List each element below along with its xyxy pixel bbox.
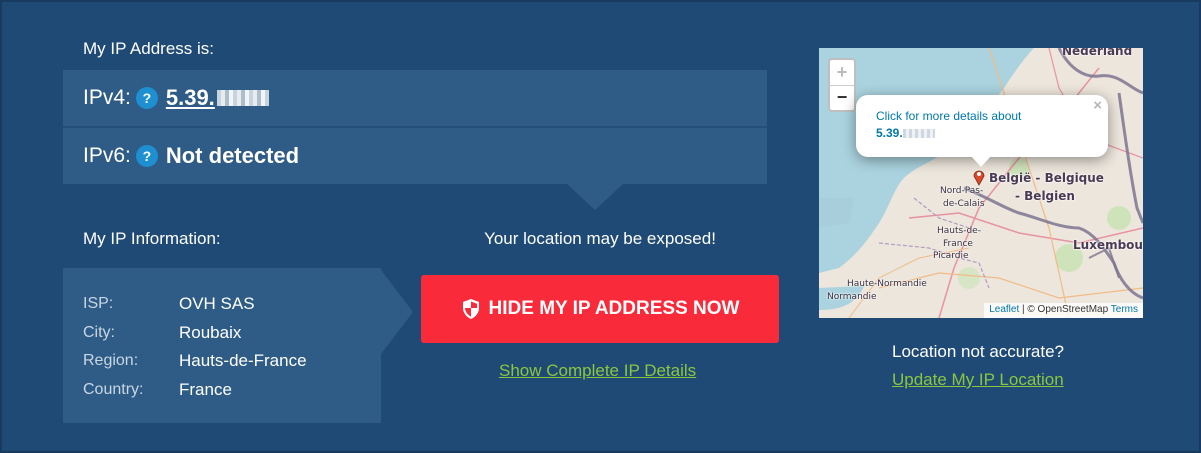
- popup-close-button[interactable]: ×: [1093, 97, 1102, 114]
- hide-my-ip-label: HIDE MY IP ADDRESS NOW: [488, 298, 740, 319]
- popup-details-link[interactable]: Click for more details about: [876, 109, 1088, 123]
- info-value: Hauts-de-France: [179, 351, 307, 371]
- ipv6-row: IPv6: ? Not detected: [63, 128, 767, 184]
- ipv6-help-icon[interactable]: ?: [135, 145, 158, 167]
- info-key: City:: [83, 323, 115, 341]
- map-label-nord: Nord-Pas-: [940, 186, 984, 196]
- zoom-in-button[interactable]: +: [830, 60, 854, 85]
- map-label-picardie: Picardie: [933, 251, 969, 261]
- ip-information-title: My IP Information:: [83, 229, 221, 248]
- map-label-calais: de-Calais: [943, 199, 985, 209]
- map-label-luxembourg: Luxembou: [1073, 238, 1143, 252]
- ip-info-panel: ISP: OVH SAS City: Roubaix Region: Hauts…: [63, 268, 381, 423]
- info-row-country: Country: France: [83, 376, 361, 405]
- map-popup: × Click for more details about 5.39.: [856, 95, 1108, 157]
- map-label-belgien: - Belgien: [1015, 189, 1075, 203]
- ipv4-label: IPv4:: [83, 86, 131, 109]
- update-ip-location-link[interactable]: Update My IP Location: [892, 370, 1064, 390]
- map-label-hauts: Hauts-de-: [937, 226, 981, 236]
- info-panel-pointer: [381, 270, 413, 354]
- popup-tip: [971, 156, 991, 167]
- show-ip-details-link[interactable]: Show Complete IP Details: [499, 361, 696, 381]
- info-value: OVH SAS: [179, 294, 255, 314]
- ipv4-value: 5.39.: [165, 85, 215, 110]
- attribution-text: | © OpenStreetMap: [1022, 304, 1109, 315]
- ip-address-title: My IP Address is:: [83, 39, 215, 58]
- info-key: Country:: [83, 380, 144, 398]
- map-label-normandie: Normandie: [827, 292, 877, 302]
- map-attribution: Leaflet | © OpenStreetMap Terms: [984, 303, 1143, 318]
- ip-info-widget: My IP Address is: IPv4: ? 5.39. IPv6: ? …: [0, 0, 1201, 453]
- zoom-out-button[interactable]: −: [830, 86, 854, 111]
- info-value: Roubaix: [179, 322, 242, 342]
- location-question: Location not accurate?: [892, 342, 1065, 361]
- redacted-blur: [216, 90, 269, 106]
- popup-ip-link[interactable]: 5.39.: [876, 126, 1088, 140]
- map-label-belgique: België - Belgique: [989, 171, 1104, 185]
- info-row-isp: ISP: OVH SAS: [83, 290, 361, 319]
- info-value: France: [179, 379, 232, 399]
- ipv4-help-icon[interactable]: ?: [135, 87, 158, 109]
- ipv6-value: Not detected: [165, 143, 300, 168]
- info-row-region: Region: Hauts-de-France: [83, 347, 361, 376]
- exposure-warning: Your location may be exposed!: [484, 229, 716, 248]
- leaflet-link[interactable]: Leaflet: [989, 304, 1019, 315]
- info-key: Region:: [83, 352, 139, 370]
- location-pin-icon[interactable]: [973, 168, 985, 186]
- terms-link[interactable]: Terms: [1111, 304, 1138, 315]
- shield-icon: [462, 299, 479, 319]
- ipv4-row: IPv4: ? 5.39.: [63, 70, 767, 126]
- popup-ip: 5.39.: [876, 126, 903, 140]
- map-label-haute-normandie: Haute-Normandie: [847, 279, 927, 289]
- map-label-france: France: [943, 239, 973, 249]
- hide-my-ip-button[interactable]: HIDE MY IP ADDRESS NOW: [421, 275, 779, 343]
- popup-redacted-blur: [902, 129, 935, 138]
- location-map[interactable]: Nederland België - Belgique - Belgien Lu…: [819, 48, 1143, 318]
- ipv6-label: IPv6:: [83, 144, 131, 167]
- info-row-city: City: Roubaix: [83, 319, 361, 348]
- info-key: ISP:: [83, 295, 114, 313]
- ipv4-value-link[interactable]: 5.39.: [166, 85, 269, 111]
- map-zoom-control: + −: [828, 58, 856, 112]
- map-label-nederland: Nederland: [1062, 48, 1133, 58]
- ip-panel-pointer: [566, 183, 624, 210]
